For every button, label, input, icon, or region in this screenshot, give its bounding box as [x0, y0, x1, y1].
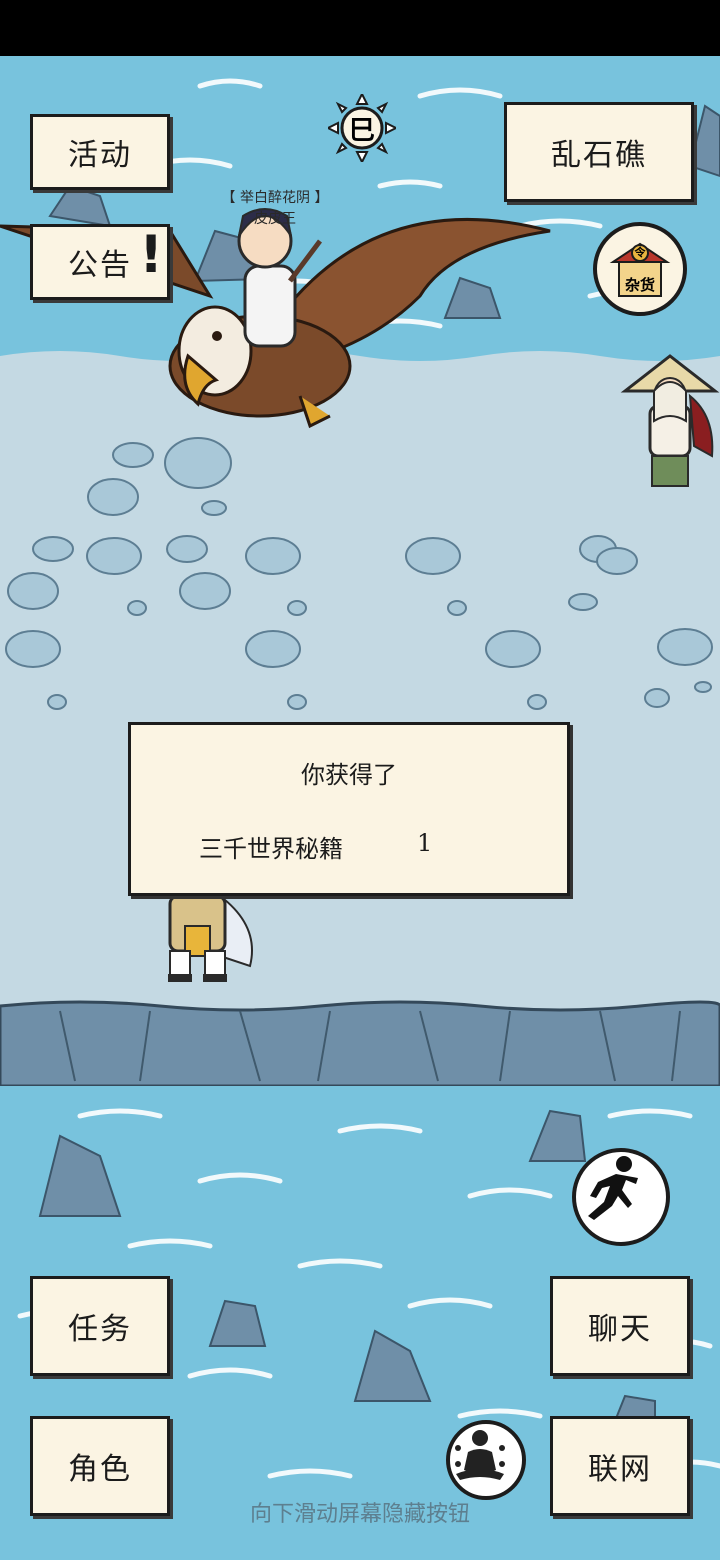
quest-button[interactable]: 任务 [30, 1276, 170, 1376]
chat-button[interactable]: 聊天 [550, 1276, 690, 1376]
events-button[interactable]: 活动 [30, 114, 170, 190]
quest-label: 任务 [68, 1312, 132, 1347]
location-button[interactable]: 乱石礁 [504, 102, 694, 202]
grocery-shop-button[interactable]: 令 杂货 [593, 222, 687, 316]
shop-badge-label: 杂货 [624, 276, 655, 294]
run-icon [588, 1156, 638, 1220]
reward-item-name: 三千世界秘籍 [199, 835, 343, 863]
notice-label: 公告 [68, 248, 132, 283]
chat-label: 聊天 [588, 1312, 652, 1347]
player-character[interactable] [140, 886, 260, 986]
meditate-icon [455, 1430, 505, 1480]
reward-dialog-title: 你获得了 [301, 761, 397, 789]
hide-buttons-hint: 向下滑动屏幕隐藏按钮 [249, 1502, 470, 1527]
events-label: 活动 [68, 138, 132, 173]
network-label: 联网 [588, 1452, 652, 1487]
hat-npc-character[interactable] [620, 346, 720, 506]
npc-title: 【 举白醉花阴 】 [221, 190, 329, 206]
shop-coin-glyph: 令 [634, 246, 646, 259]
time-sun-icon[interactable]: 巳 [328, 94, 396, 162]
notice-alert-icon: ! [139, 225, 165, 285]
meditate-button[interactable] [446, 1420, 526, 1500]
auto-run-button[interactable] [572, 1148, 670, 1246]
character-label: 角色 [68, 1452, 132, 1487]
time-glyph: 巳 [348, 116, 375, 146]
location-label: 乱石礁 [551, 138, 647, 173]
reward-item-count: 1 [417, 829, 433, 857]
reward-dialog[interactable]: 你获得了 三千世界秘籍 1 [128, 722, 570, 896]
npc-name: 皮皮王 [254, 211, 296, 227]
game-scene[interactable]: 【 举白醉花阴 】 皮皮王 巳 活动 公告 ! 乱石礁 令 杂货 你获得了 三千… [0, 56, 720, 1560]
status-bar [0, 0, 720, 56]
npc-nameplate: 【 举白醉花阴 】 皮皮王 [220, 188, 330, 230]
notice-button[interactable]: 公告 ! [30, 224, 170, 300]
